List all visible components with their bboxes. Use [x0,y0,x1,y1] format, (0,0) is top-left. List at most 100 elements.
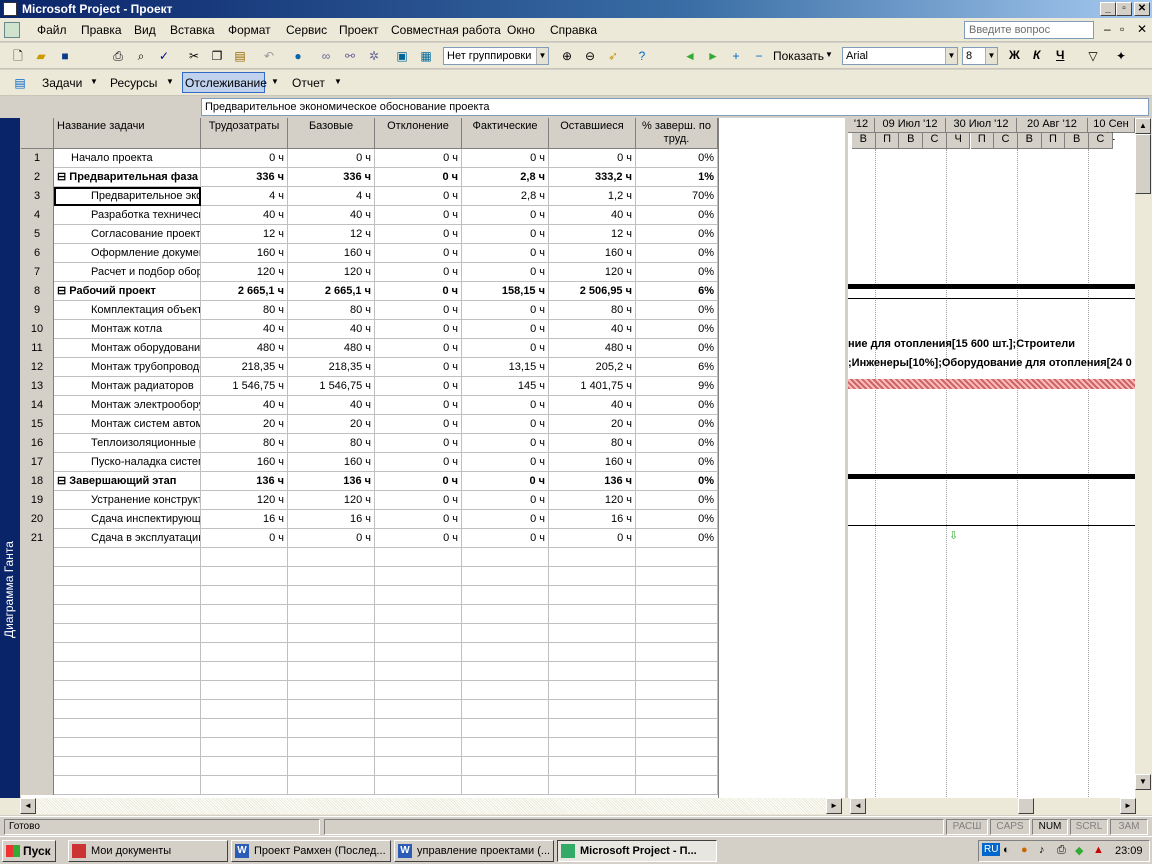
menu-project[interactable]: Проект [339,23,379,37]
table-row[interactable] [21,643,718,662]
cell-variance[interactable]: 0 ч [375,168,462,187]
open-icon[interactable]: ▰ [33,48,49,64]
task-name-cell[interactable] [54,662,201,681]
tasks-button[interactable]: Задачи [42,76,82,90]
scroll-up-icon[interactable]: ▲ [1135,118,1151,134]
cell-baseline[interactable]: 160 ч [288,244,375,263]
tray-icon[interactable]: ● [1021,844,1028,856]
cell-actual[interactable]: 0 ч [462,453,549,472]
table-row[interactable]: 5 Согласование проекта 12 ч 12 ч0 ч0 ч 12 ч0… [21,225,718,244]
table-row[interactable]: 7Расчет и подбор оборудования120 ч120 ч0… [21,263,718,282]
row-number[interactable]: 20 [21,510,54,529]
cell-actual[interactable] [462,586,549,605]
cell-variance[interactable]: 0 ч [375,244,462,263]
cell-variance[interactable] [375,738,462,757]
cell-work[interactable] [201,624,288,643]
project-guide-icon[interactable]: ▤ [12,75,28,91]
row-number[interactable]: 10 [21,320,54,339]
cell-remaining[interactable] [549,681,636,700]
cell-remaining[interactable]: 120 ч [549,263,636,282]
cell-actual[interactable]: 2,8 ч [462,168,549,187]
table-row[interactable] [21,605,718,624]
table-row[interactable] [21,738,718,757]
table-row[interactable]: 14Монтаж электрооборудования40 ч40 ч0 ч0… [21,396,718,415]
cell-baseline[interactable]: 12 ч [288,225,375,244]
row-number[interactable]: 21 [21,529,54,548]
cell-work[interactable]: 218,35 ч [201,358,288,377]
cell-variance[interactable] [375,700,462,719]
cell-pct[interactable]: 0% [636,339,718,358]
cell-work[interactable]: 0 ч [201,529,288,548]
cell-pct[interactable]: 0% [636,415,718,434]
task-name-cell[interactable] [54,586,201,605]
cell-actual[interactable]: 0 ч [462,396,549,415]
task-name-cell[interactable]: Разработка технического задания [54,206,201,225]
row-number[interactable] [21,586,54,605]
cell-variance[interactable]: 0 ч [375,282,462,301]
task-name-cell[interactable] [54,738,201,757]
cell-variance[interactable]: 0 ч [375,529,462,548]
cell-pct[interactable]: 0% [636,301,718,320]
cell-actual[interactable] [462,567,549,586]
task-name-cell[interactable]: Сдача инспектирующим органам [54,510,201,529]
cell-baseline[interactable] [288,662,375,681]
cell-remaining[interactable]: 136 ч [549,472,636,491]
table-row[interactable]: 15Монтаж систем автоматики20 ч20 ч0 ч0 ч… [21,415,718,434]
table-row[interactable]: 6Оформление документации160 ч160 ч0 ч0 ч… [21,244,718,263]
ask-question-input[interactable]: Введите вопрос [964,21,1094,39]
clock[interactable]: 23:09 [1115,845,1143,857]
italic-button[interactable]: К [1033,48,1040,62]
cell-baseline[interactable]: 80 ч [288,434,375,453]
row-number[interactable]: 6 [21,244,54,263]
table-row[interactable] [21,624,718,643]
row-number[interactable]: 18 [21,472,54,491]
cell-baseline[interactable]: 480 ч [288,339,375,358]
unlink-tasks-icon[interactable]: ⚯ [342,48,358,64]
cell-remaining[interactable] [549,719,636,738]
cell-work[interactable]: 336 ч [201,168,288,187]
cell-variance[interactable] [375,662,462,681]
help-icon[interactable]: ? [634,48,650,64]
cell-work[interactable] [201,719,288,738]
header-work[interactable]: Трудозатраты [201,118,288,149]
cell-actual[interactable] [462,662,549,681]
task-name-cell[interactable]: Устранение конструктивных недостатков [54,491,201,510]
task-name-cell[interactable]: ⊟ Рабочий проект [54,282,201,301]
arrow-right-icon[interactable]: ► [705,48,721,64]
cell-pct[interactable]: 0% [636,510,718,529]
cell-variance[interactable]: 0 ч [375,396,462,415]
cell-pct[interactable]: 0% [636,396,718,415]
task-name-cell[interactable]: Монтаж котла [54,320,201,339]
row-number[interactable] [21,624,54,643]
row-number[interactable]: 11 [21,339,54,358]
task-name-cell[interactable] [54,624,201,643]
cell-variance[interactable] [375,776,462,795]
menu-help[interactable]: Справка [550,23,597,37]
cell-work[interactable] [201,700,288,719]
menu-view[interactable]: Вид [134,23,156,37]
cell-baseline[interactable] [288,624,375,643]
task-name-cell[interactable] [54,643,201,662]
cell-pct[interactable] [636,662,718,681]
cell-variance[interactable] [375,643,462,662]
cell-actual[interactable]: 0 ч [462,434,549,453]
cell-remaining[interactable]: 1 401,75 ч [549,377,636,396]
volume-icon[interactable]: ♪ [1039,844,1045,856]
cell-work[interactable] [201,548,288,567]
cell-remaining[interactable]: 80 ч [549,434,636,453]
cell-baseline[interactable]: 136 ч [288,472,375,491]
cell-work[interactable]: 160 ч [201,453,288,472]
cell-variance[interactable]: 0 ч [375,225,462,244]
cell-actual[interactable] [462,719,549,738]
cell-remaining[interactable] [549,624,636,643]
report-button[interactable]: Отчет [292,76,325,90]
menu-window[interactable]: Окно [507,23,535,37]
cell-actual[interactable]: 0 ч [462,472,549,491]
cell-variance[interactable] [375,548,462,567]
cell-baseline[interactable] [288,567,375,586]
cell-baseline[interactable]: 4 ч [288,187,375,206]
entry-field[interactable]: Предварительное экономическое обосновани… [201,98,1149,116]
table-row[interactable]: 18 ⊟ Завершающий этап 136 ч 136 ч0 ч0 ч 136 … [21,472,718,491]
task-name-cell[interactable]: Пуско-наладка системы [54,453,201,472]
row-number[interactable]: 9 [21,301,54,320]
